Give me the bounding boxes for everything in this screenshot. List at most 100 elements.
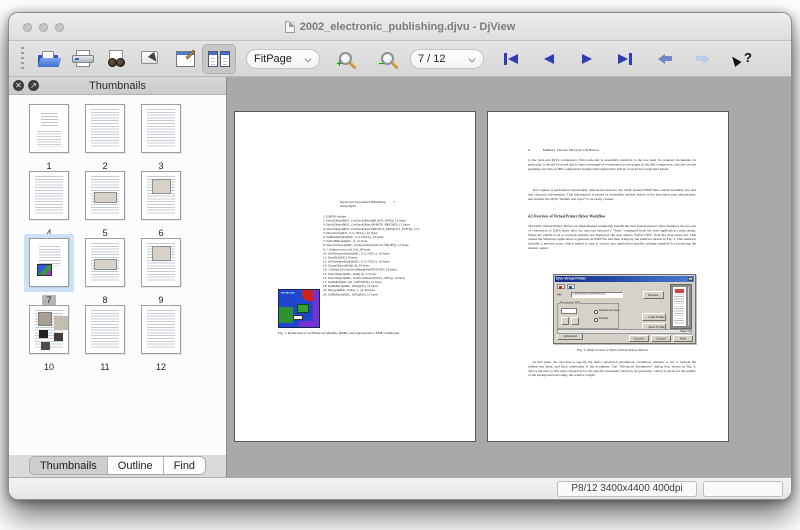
toolbar-drag-handle[interactable] (21, 46, 24, 71)
thumbnail-image[interactable] (24, 301, 74, 359)
status-cell-extra (703, 480, 783, 497)
thumbnail-page-6[interactable]: 6 (133, 167, 189, 239)
thumbnail-grid: 1 2 3 4 5 6 7 8 9 10 11 12 (9, 95, 226, 455)
print-button[interactable] (66, 44, 100, 74)
dialog-browse-button: Browse (643, 291, 664, 299)
open-icon (37, 50, 62, 67)
dialog-load-profile-button: Load Profile (642, 313, 666, 321)
dialog-tabs (557, 284, 575, 289)
thumbnail-page-9[interactable]: 9 (133, 234, 189, 306)
section-heading: 4.3 Overview of Virtual Printer Driver W… (528, 214, 606, 219)
thumbnail-page-4[interactable]: 4 (21, 167, 77, 239)
last-page-button[interactable] (610, 45, 640, 73)
chevron-down-icon (305, 55, 312, 62)
dialog-resolution-group: Resolution DPI Include text layer Portra… (557, 301, 620, 329)
running-head: 8 Mikheev, Vincent, Hawrylycz & Bottou (528, 148, 599, 152)
traffic-lights (23, 23, 64, 32)
emf-command-list: 1: EMFR+ header 2: SelectObject(hDC, Get… (323, 215, 420, 297)
page-select-value: 7 / 12 (418, 52, 446, 65)
thumbnail-image[interactable] (24, 167, 74, 225)
last-page-icon (618, 53, 628, 64)
content-area: ✕ ↗ Thumbnails 1 2 3 4 5 6 7 8 9 10 11 12 Thumbnail… (9, 77, 791, 477)
document-view[interactable]: Electronic Document Publishing using DjV… (227, 77, 791, 477)
context-help-icon: ? (726, 50, 752, 68)
tab-outline[interactable]: Outline (107, 457, 164, 474)
panel-close-icon[interactable]: ✕ (13, 80, 24, 91)
back-button[interactable] (650, 45, 680, 73)
context-help-button[interactable]: ? (726, 45, 756, 73)
annotate-button[interactable] (168, 44, 202, 74)
thumbnail-image[interactable] (136, 100, 186, 158)
dialog-button-row: Convert Cancel Help (629, 335, 693, 342)
edit-annotate-icon (175, 49, 195, 67)
dialog-file-row: File C:\temp\djvu-converter.djvu (557, 292, 623, 298)
app-window: 2002_electronic_publishing.djvu - DjView… (8, 12, 792, 500)
paragraph: At this point, the user has to specify t… (528, 360, 696, 378)
thumbnail-page-8[interactable]: 8 (77, 234, 133, 306)
print-icon (72, 50, 94, 67)
thumbnail-image[interactable] (24, 100, 74, 158)
title-bar[interactable]: 2002_electronic_publishing.djvu - DjView (9, 13, 791, 41)
zoom-in-button[interactable]: + (328, 44, 362, 74)
page-7[interactable]: Electronic Document Publishing using DjV… (234, 111, 476, 442)
paragraph: Text capture is performed concurrently, … (528, 188, 696, 201)
emf-rendering-figure: DEAR SIR! (278, 289, 320, 328)
next-page-button[interactable] (572, 45, 602, 73)
thumbnail-image[interactable] (80, 301, 130, 359)
thumbnails-panel: ✕ ↗ Thumbnails 1 2 3 4 5 6 7 8 9 10 11 12 Thumbnail… (9, 77, 227, 477)
dialog-preview-pane (670, 284, 692, 329)
thumbnail-image[interactable] (136, 167, 186, 225)
figure-2-caption: Fig. 2. Main Screen of DjVu Virtual Prin… (577, 348, 648, 352)
thumbnail-image[interactable] (136, 301, 186, 359)
panel-float-icon[interactable]: ↗ (28, 80, 39, 91)
paragraph: The DjVu Virtual Printer Driver we imple… (528, 224, 696, 250)
first-page-button[interactable] (496, 45, 526, 73)
thumbnail-number: 11 (100, 362, 110, 372)
thumbnail-page-7[interactable]: 7 (21, 234, 77, 306)
thumbnail-page-10[interactable]: 10 (21, 301, 77, 373)
find-button[interactable] (100, 44, 134, 74)
paragraph: to the back-end DjVu compressor. This ba… (528, 158, 696, 171)
sidebar-toggle-button[interactable] (202, 43, 236, 74)
zoom-in-icon: + (337, 52, 352, 70)
previous-page-icon (544, 53, 554, 64)
panel-tab-bar: Thumbnails Outline Find (9, 455, 226, 477)
zoom-out-button[interactable]: − (370, 44, 404, 74)
next-page-icon (582, 53, 592, 64)
close-window-button[interactable] (23, 23, 32, 32)
thumbnail-page-12[interactable]: 12 (133, 301, 189, 373)
thumbnail-page-1[interactable]: 1 (21, 100, 77, 172)
panel-tabs: Thumbnails Outline Find (28, 456, 207, 475)
select-button[interactable] (134, 44, 168, 74)
panel-header: ✕ ↗ Thumbnails (9, 77, 226, 95)
zoom-mode-select[interactable]: FitPage (246, 48, 320, 69)
previous-page-button[interactable] (534, 45, 564, 73)
open-button[interactable] (32, 44, 66, 74)
page-select[interactable]: 7 / 12 (410, 48, 484, 69)
thumbnail-page-3[interactable]: 3 (133, 100, 189, 172)
thumbnail-image[interactable] (24, 234, 74, 292)
thumbnail-page-5[interactable]: 5 (77, 167, 133, 239)
thumbnail-image[interactable] (80, 167, 130, 225)
window-title-group: 2002_electronic_publishing.djvu - DjView (284, 20, 515, 33)
thumbnail-page-2[interactable]: 2 (77, 100, 133, 172)
tab-thumbnails[interactable]: Thumbnails (29, 457, 108, 474)
running-head: Electronic Document Publishing using DjV… (340, 200, 395, 208)
zoom-window-button[interactable] (55, 23, 64, 32)
thumbnail-image[interactable] (136, 234, 186, 292)
minimize-window-button[interactable] (39, 23, 48, 32)
forward-button[interactable] (688, 45, 718, 73)
toolbar: FitPage + − 7 / 12 ? (9, 41, 791, 77)
zoom-out-icon: − (379, 52, 394, 70)
document-proxy-icon (284, 20, 295, 33)
page-8[interactable]: 8 Mikheev, Vincent, Hawrylycz & Bottou t… (487, 111, 729, 442)
select-icon (141, 51, 163, 68)
thumbnail-page-11[interactable]: 11 (77, 301, 133, 373)
tab-find[interactable]: Find (163, 457, 206, 474)
forward-icon (696, 53, 710, 64)
thumbnail-image[interactable] (80, 234, 130, 292)
dialog-convert-button: Convert (629, 335, 649, 342)
dialog-close-icon: x (688, 277, 693, 282)
thumbnail-image[interactable] (80, 100, 130, 158)
status-page-info: P8/12 3400x4400 400dpi (557, 480, 697, 497)
